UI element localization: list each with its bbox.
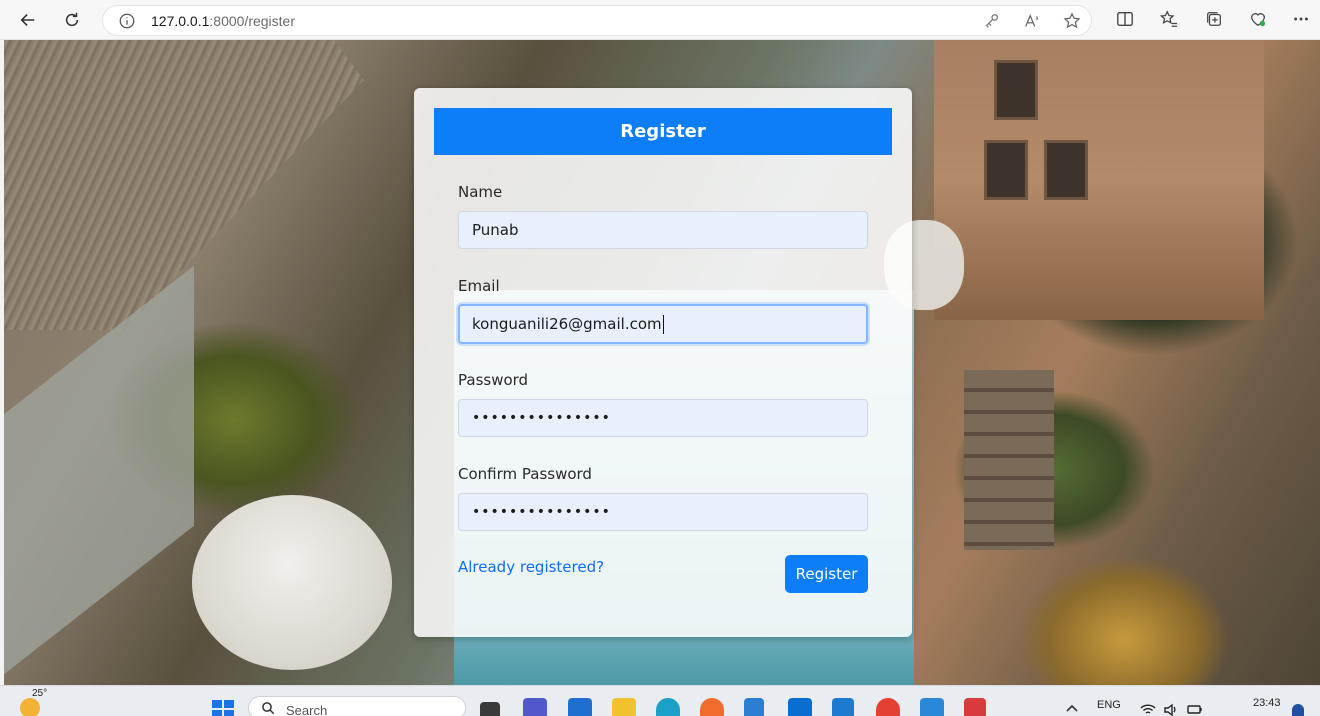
weather-sun-icon <box>20 698 40 716</box>
collections-button[interactable] <box>1205 10 1225 30</box>
windows-logo-pane <box>212 710 222 716</box>
email-input[interactable]: konguanili26@gmail.com <box>458 304 868 344</box>
password-label: Password <box>458 371 529 389</box>
chrome-icon[interactable] <box>876 698 900 716</box>
vscode-icon[interactable] <box>832 698 854 716</box>
confirm-password-input[interactable]: ••••••••••••••• <box>458 493 868 531</box>
language-indicator[interactable]: ENG <box>1097 699 1121 711</box>
wifi-icon[interactable] <box>1140 703 1156 716</box>
password-key-button[interactable] <box>983 12 1003 32</box>
building-window <box>1044 140 1088 200</box>
refresh-icon <box>65 12 79 27</box>
weather-widget[interactable]: 25° <box>20 688 50 716</box>
site-info-icon[interactable] <box>118 12 136 30</box>
favorite-star-button[interactable] <box>1063 12 1083 32</box>
split-screen-button[interactable] <box>1116 10 1136 30</box>
building-window <box>984 140 1028 200</box>
taskbar-search[interactable]: Search <box>248 696 466 716</box>
ellipsis-icon <box>1294 17 1308 21</box>
back-arrow-icon <box>20 14 35 26</box>
photos-icon[interactable] <box>920 698 944 716</box>
azure-icon[interactable] <box>744 698 764 716</box>
search-placeholder: Search <box>286 703 328 716</box>
background-building <box>934 40 1264 320</box>
windows-logo-icon <box>212 700 222 708</box>
collections-icon <box>1207 12 1221 26</box>
edge-icon[interactable] <box>656 698 680 716</box>
address-bar[interactable]: 127.0.0.1:8000/register <box>102 5 1092 36</box>
heart-pulse-icon <box>1251 13 1266 27</box>
background-stairs <box>964 370 1054 550</box>
register-title: Register <box>434 108 892 155</box>
refresh-button[interactable] <box>56 6 88 34</box>
password-input[interactable]: ••••••••••••••• <box>458 399 868 437</box>
building-window <box>994 60 1038 120</box>
taskbar-clock[interactable]: 23:43 <box>1253 697 1281 709</box>
favorites-icon <box>1159 10 1178 27</box>
teams-icon[interactable] <box>523 698 547 716</box>
weather-temperature: 25° <box>32 688 48 699</box>
background-umbrella <box>192 495 392 670</box>
read-aloud-icon <box>1025 13 1038 27</box>
chevron-up-icon[interactable] <box>1065 702 1079 714</box>
read-aloud-button[interactable] <box>1023 12 1043 32</box>
name-value: Punab <box>472 221 519 239</box>
register-submit-button[interactable]: Register <box>785 555 868 593</box>
search-icon <box>262 702 275 715</box>
name-label: Name <box>458 183 503 201</box>
password-value: ••••••••••••••• <box>472 410 611 426</box>
email-label: Email <box>458 277 500 295</box>
windows-logo-pane <box>224 710 234 716</box>
snipping-tool-icon[interactable] <box>964 698 986 716</box>
back-button[interactable] <box>12 6 44 34</box>
mail-icon[interactable] <box>568 698 592 716</box>
task-view-icon[interactable] <box>480 702 500 716</box>
url-path: :8000/register <box>209 13 295 29</box>
file-explorer-icon[interactable] <box>612 698 636 716</box>
register-card: Register Name Punab Email konguanili26@g… <box>414 88 912 637</box>
split-screen-icon <box>1117 12 1133 26</box>
address-url: 127.0.0.1:8000/register <box>151 13 295 29</box>
browser-toolbar: 127.0.0.1:8000/register <box>0 0 1320 40</box>
browser-essentials-button[interactable] <box>1249 10 1269 30</box>
battery-icon[interactable] <box>1187 703 1203 716</box>
more-menu-button[interactable] <box>1292 10 1312 30</box>
taskbar: 25° Search ENG 23:43 <box>0 685 1320 716</box>
volume-icon[interactable] <box>1163 703 1179 716</box>
text-caret <box>662 314 664 334</box>
already-registered-link[interactable]: Already registered? <box>458 558 604 576</box>
name-input[interactable]: Punab <box>458 211 868 249</box>
confirm-password-value: ••••••••••••••• <box>472 504 611 520</box>
store-icon[interactable] <box>788 698 812 716</box>
firefox-icon[interactable] <box>700 698 724 716</box>
key-icon <box>985 14 999 28</box>
email-value: konguanili26@gmail.com <box>472 315 662 333</box>
star-icon <box>1063 12 1081 29</box>
notification-bell-icon[interactable] <box>1292 704 1304 716</box>
start-button[interactable] <box>212 700 234 716</box>
confirm-password-label: Confirm Password <box>458 465 592 483</box>
url-host: 127.0.0.1 <box>151 13 210 29</box>
favorites-button[interactable] <box>1159 10 1180 30</box>
windows-logo-pane <box>224 700 234 708</box>
background-roof <box>4 40 364 330</box>
